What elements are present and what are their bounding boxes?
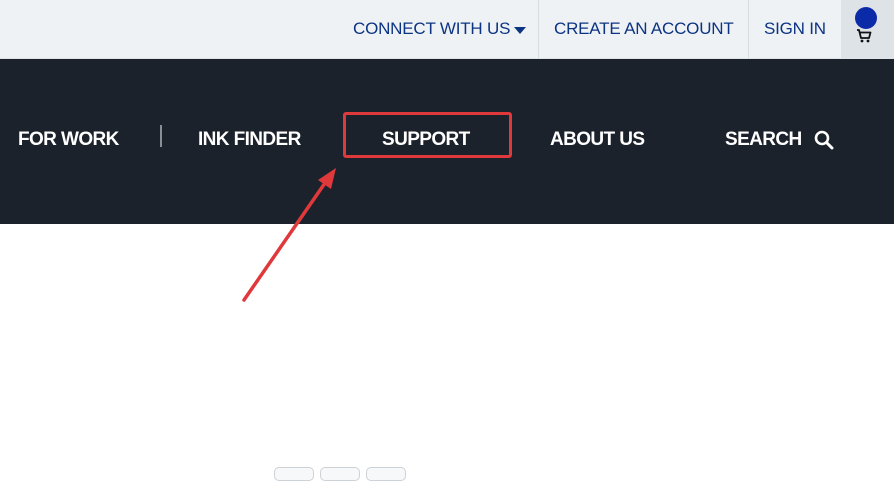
control-button[interactable] — [320, 467, 360, 481]
annotation-arrow-icon — [242, 168, 336, 302]
control-button[interactable] — [274, 467, 314, 481]
control-button[interactable] — [366, 467, 406, 481]
